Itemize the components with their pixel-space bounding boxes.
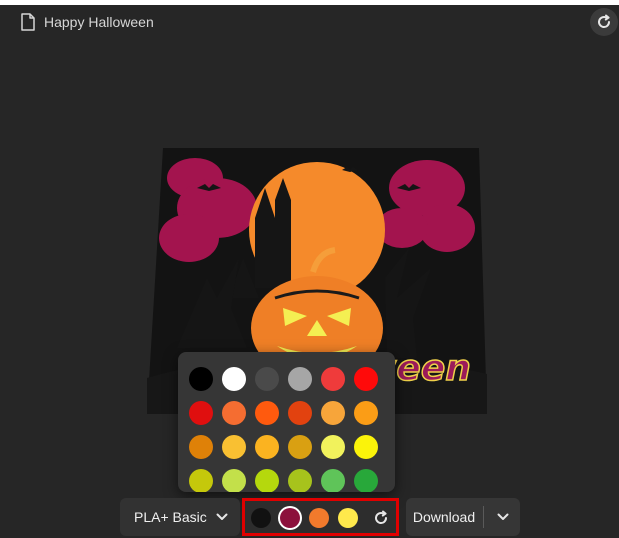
material-label: PLA+ Basic xyxy=(134,509,207,525)
title-bar: Happy Halloween xyxy=(20,12,154,32)
download-label: Download xyxy=(412,509,476,525)
palette-swatch[interactable] xyxy=(189,401,213,425)
palette-swatch[interactable] xyxy=(222,469,246,492)
color-palette-popup xyxy=(178,352,395,492)
divider xyxy=(483,506,484,528)
chevron-down-icon xyxy=(216,513,228,520)
palette-swatch[interactable] xyxy=(321,435,345,459)
palette-swatch[interactable] xyxy=(255,435,279,459)
chevron-down-icon xyxy=(497,513,508,520)
download-options-button[interactable] xyxy=(485,498,520,536)
window-top-edge xyxy=(0,0,619,5)
material-dropdown[interactable]: PLA+ Basic xyxy=(120,498,240,536)
reset-colors-button[interactable] xyxy=(371,508,391,528)
color-slot[interactable] xyxy=(309,508,329,528)
page-title: Happy Halloween xyxy=(44,14,154,30)
color-slot[interactable] xyxy=(280,508,300,528)
palette-swatch[interactable] xyxy=(354,401,378,425)
palette-swatch[interactable] xyxy=(354,367,378,391)
palette-swatch[interactable] xyxy=(288,469,312,492)
color-slot[interactable] xyxy=(251,508,271,528)
palette-swatch[interactable] xyxy=(321,367,345,391)
palette-swatch[interactable] xyxy=(255,401,279,425)
palette-swatch[interactable] xyxy=(222,435,246,459)
palette-swatch[interactable] xyxy=(189,469,213,492)
palette-swatch[interactable] xyxy=(288,401,312,425)
palette-swatch[interactable] xyxy=(354,435,378,459)
palette-swatch[interactable] xyxy=(255,469,279,492)
color-slot[interactable] xyxy=(338,508,358,528)
palette-swatch[interactable] xyxy=(189,435,213,459)
refresh-button[interactable] xyxy=(590,8,618,36)
palette-swatch[interactable] xyxy=(255,367,279,391)
palette-swatch[interactable] xyxy=(189,367,213,391)
palette-swatch[interactable] xyxy=(222,367,246,391)
refresh-icon xyxy=(598,14,611,28)
selected-colors-bar xyxy=(242,498,399,536)
refresh-icon xyxy=(375,510,388,524)
palette-swatch[interactable] xyxy=(321,469,345,492)
download-group: Download xyxy=(406,498,520,536)
document-icon xyxy=(21,13,35,31)
palette-swatch[interactable] xyxy=(288,435,312,459)
palette-swatch[interactable] xyxy=(222,401,246,425)
palette-swatch[interactable] xyxy=(321,401,345,425)
palette-swatch[interactable] xyxy=(354,469,378,492)
download-button[interactable]: Download xyxy=(406,498,482,536)
palette-swatch[interactable] xyxy=(288,367,312,391)
